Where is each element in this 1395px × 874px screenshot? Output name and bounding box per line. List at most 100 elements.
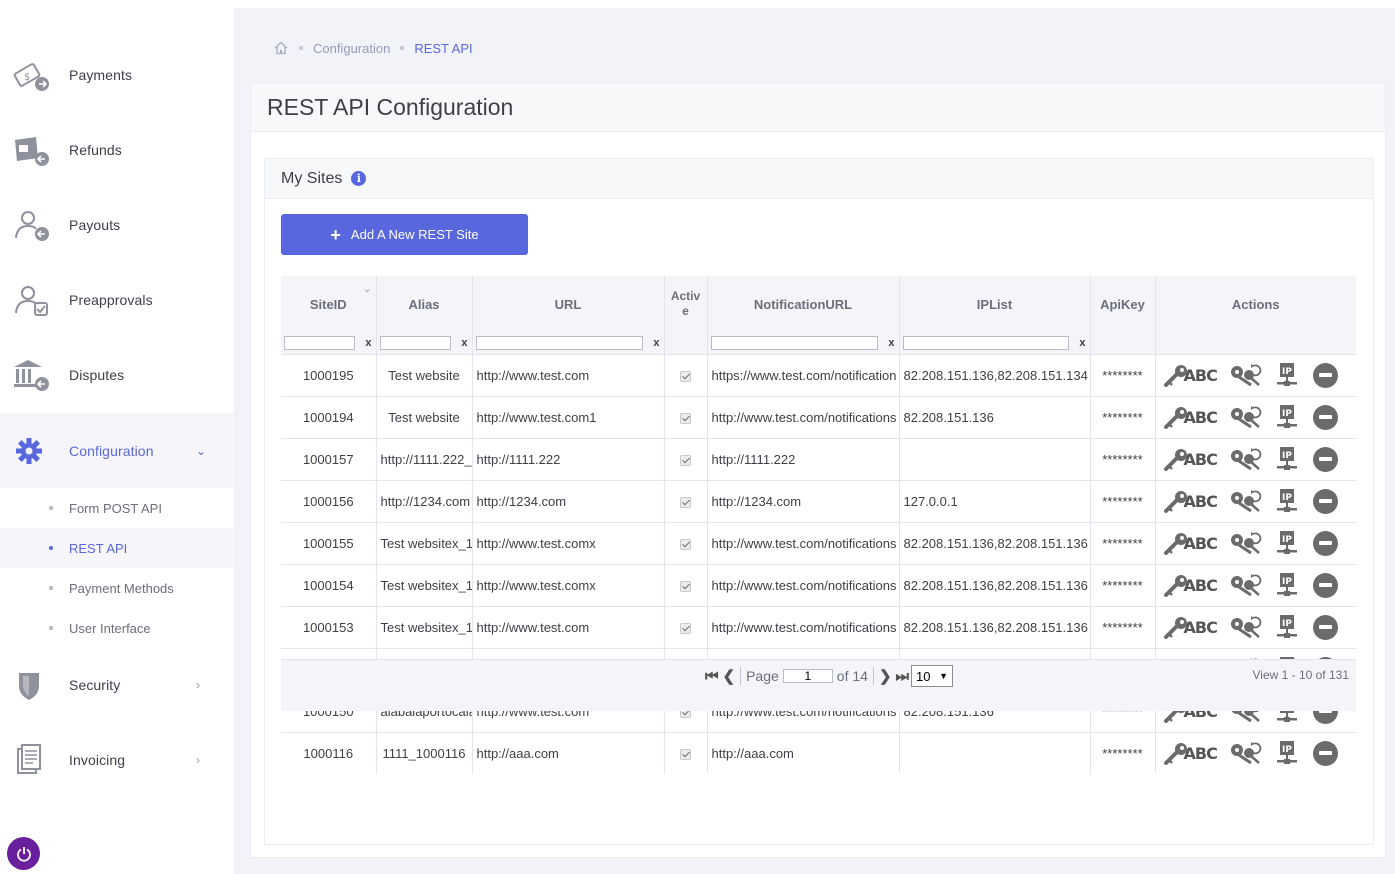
sidebar-subitem-form-post-api[interactable]: Form POST API: [0, 488, 234, 528]
active-checkbox[interactable]: [680, 370, 691, 382]
delete-site-button[interactable]: [1312, 488, 1338, 514]
edit-alias-button[interactable]: ABC: [1163, 531, 1218, 555]
active-checkbox[interactable]: [680, 580, 691, 592]
home-icon[interactable]: [273, 40, 289, 56]
breadcrumb-rest-api[interactable]: REST API: [414, 41, 472, 56]
main-portlet: REST API Configuration My Sites i + Add …: [250, 83, 1386, 858]
edit-alias-button[interactable]: ABC: [1163, 363, 1218, 387]
edit-alias-button[interactable]: ABC: [1163, 447, 1218, 471]
preapprovals-icon: [12, 280, 52, 320]
cell-actions: ABC IP: [1155, 731, 1356, 774]
first-page-icon[interactable]: ⏮: [705, 668, 719, 685]
sidebar-item-invoicing[interactable]: Invoicing ›: [0, 722, 234, 797]
svg-text:IP: IP: [1282, 535, 1292, 545]
table-row[interactable]: 1000116 1111_1000116 http://aaa.com http://…: [281, 731, 1356, 774]
sidebar-subitem-rest-api[interactable]: REST API: [0, 528, 234, 568]
rows-per-page-select[interactable]: 10 ▼: [911, 665, 954, 687]
delete-site-button[interactable]: [1312, 614, 1338, 640]
cell-iplist: [899, 731, 1091, 774]
delete-site-button[interactable]: [1312, 446, 1338, 472]
ip-list-button[interactable]: IP: [1275, 529, 1301, 557]
filter-clear-button[interactable]: x: [365, 337, 371, 349]
page-number-input[interactable]: [782, 669, 833, 683]
sidebar-item-preapprovals[interactable]: Preapprovals: [0, 262, 234, 337]
edit-alias-button[interactable]: ABC: [1163, 405, 1218, 429]
edit-alias-button[interactable]: ABC: [1163, 573, 1218, 597]
sidebar-subitem-label: Payment Methods: [69, 580, 174, 596]
table-row[interactable]: 1000157 http://1111.222_ http://1111.222 ht…: [281, 437, 1356, 480]
delete-site-button[interactable]: [1312, 530, 1338, 556]
regenerate-key-button[interactable]: [1229, 489, 1263, 513]
pager-separator: [740, 667, 742, 685]
edit-alias-button[interactable]: ABC: [1163, 615, 1218, 639]
sidebar-subitem-user-interface[interactable]: User Interface: [0, 608, 234, 648]
delete-site-button[interactable]: [1312, 362, 1338, 388]
regenerate-key-button[interactable]: [1229, 531, 1263, 555]
filter-clear-button[interactable]: x: [888, 337, 894, 349]
regenerate-key-button[interactable]: [1229, 573, 1263, 597]
next-page-icon[interactable]: ❯: [879, 667, 892, 685]
column-header-notificationurl[interactable]: NotificationURL: [707, 276, 900, 332]
sidebar-item-configuration[interactable]: Configuration ⌄: [0, 413, 234, 488]
table-row[interactable]: 1000155 Test websitex_1(http://www.test.c…: [281, 521, 1356, 564]
active-checkbox[interactable]: [680, 412, 691, 424]
payouts-icon: [12, 205, 52, 245]
table-row[interactable]: 1000154 Test websitex_1(http://www.test.c…: [281, 563, 1356, 606]
ip-list-button[interactable]: IP: [1275, 403, 1301, 431]
table-row[interactable]: 1000194 Test website http://www.test.com1 h…: [281, 395, 1356, 438]
filter-alias-input[interactable]: [379, 335, 451, 350]
regenerate-key-button[interactable]: [1229, 615, 1263, 639]
regenerate-key-button[interactable]: [1229, 447, 1263, 471]
column-header-alias[interactable]: Alias: [376, 276, 473, 332]
sidebar-item-payments[interactable]: $ Payments: [0, 37, 234, 112]
filter-clear-button[interactable]: x: [1079, 337, 1085, 349]
table-row[interactable]: 1000156 http://1234.com http://1234.com htt…: [281, 479, 1356, 522]
filter-clear-button[interactable]: x: [461, 337, 467, 349]
delete-site-button[interactable]: [1312, 404, 1338, 430]
ip-list-button[interactable]: IP: [1275, 739, 1301, 767]
ip-list-button[interactable]: IP: [1275, 445, 1301, 473]
delete-site-button[interactable]: [1312, 572, 1338, 598]
filter-clear-button[interactable]: x: [653, 337, 659, 349]
regenerate-key-button[interactable]: [1229, 363, 1263, 387]
column-header-iplist[interactable]: IPList: [899, 276, 1091, 332]
filter-iplist-input[interactable]: [902, 335, 1069, 350]
column-header-url[interactable]: URL: [472, 276, 665, 332]
column-header-active[interactable]: Activ e: [664, 276, 708, 332]
last-page-icon[interactable]: ⏭: [896, 668, 910, 685]
filter-url-input[interactable]: [475, 335, 643, 350]
sidebar-item-security[interactable]: Security ›: [0, 647, 234, 722]
column-header-apikey[interactable]: ApiKey: [1090, 276, 1156, 332]
edit-alias-button[interactable]: ABC: [1163, 741, 1218, 766]
ip-list-button[interactable]: IP: [1275, 571, 1301, 599]
sidebar-item-payouts[interactable]: Payouts: [0, 187, 234, 262]
info-icon[interactable]: i: [351, 171, 367, 186]
sidebar-subitem-payment-methods[interactable]: Payment Methods: [0, 568, 234, 608]
filter-siteid-input[interactable]: [284, 335, 355, 350]
sidebar-item-disputes[interactable]: Disputes: [0, 337, 234, 412]
active-checkbox[interactable]: [680, 622, 691, 634]
active-checkbox[interactable]: [680, 454, 691, 466]
active-checkbox[interactable]: [680, 496, 691, 508]
sidebar-item-refunds[interactable]: Refunds: [0, 112, 234, 187]
active-checkbox[interactable]: [680, 538, 691, 550]
table-row[interactable]: 1000195 Test website http://www.test.com ht…: [281, 353, 1356, 396]
power-button[interactable]: [7, 837, 40, 870]
svg-text:IP: IP: [1282, 577, 1292, 587]
ip-list-button[interactable]: IP: [1275, 361, 1301, 389]
table-row[interactable]: 1000153 Test websitex_1(http://www.test.c…: [281, 605, 1356, 648]
cell-notificationurl: http://1234.com: [707, 479, 900, 522]
regenerate-key-button[interactable]: [1229, 405, 1263, 429]
ip-list-button[interactable]: IP: [1275, 487, 1301, 515]
cell-apikey: ********: [1090, 605, 1156, 648]
breadcrumb-configuration[interactable]: Configuration: [313, 41, 390, 56]
add-rest-site-button[interactable]: + Add A New REST Site: [281, 214, 528, 255]
edit-alias-button[interactable]: ABC: [1163, 489, 1218, 513]
active-checkbox[interactable]: [680, 748, 691, 760]
regenerate-key-button[interactable]: [1229, 741, 1263, 765]
ip-list-button[interactable]: IP: [1275, 613, 1301, 641]
filter-notificationurl-input[interactable]: [710, 335, 878, 350]
delete-site-button[interactable]: [1312, 740, 1338, 766]
column-header-siteid[interactable]: SiteID ⌄: [281, 276, 377, 332]
prev-page-icon[interactable]: ❮: [723, 667, 736, 685]
